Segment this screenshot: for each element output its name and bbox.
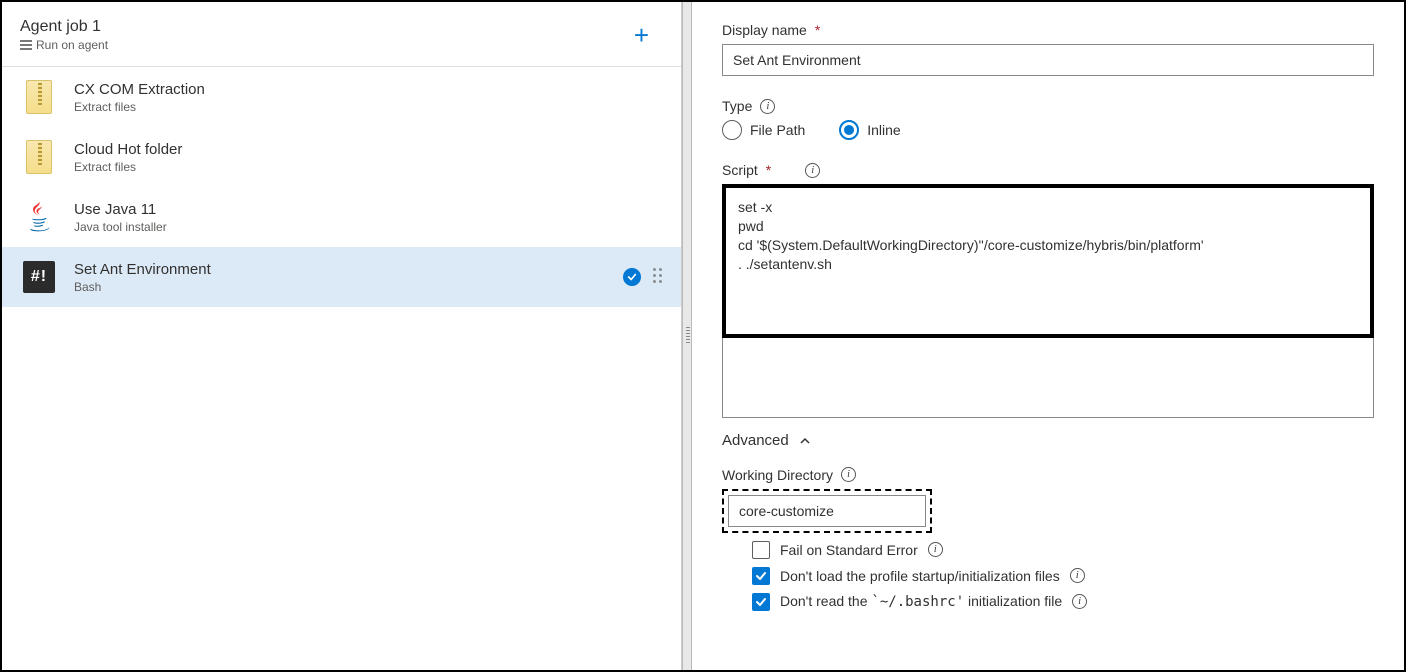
task-row-set-ant-environment[interactable]: #! Set Ant Environment Bash: [2, 247, 681, 307]
java-icon: [22, 197, 56, 237]
task-row-cx-com-extraction[interactable]: CX COM Extraction Extract files: [2, 67, 681, 127]
script-textarea[interactable]: set -x pwd cd '$(System.DefaultWorkingDi…: [722, 184, 1374, 338]
task-subtitle: Extract files: [74, 100, 205, 114]
server-icon: [20, 40, 32, 50]
task-list-panel: Agent job 1 Run on agent + CX COM Extrac…: [2, 2, 682, 670]
advanced-section-toggle[interactable]: Advanced: [722, 432, 1374, 449]
script-textarea-extra[interactable]: [722, 338, 1374, 418]
norc-label-code: `~/.bashrc': [871, 594, 964, 610]
agent-job-subtitle-text: Run on agent: [36, 38, 108, 52]
task-status-ok-icon: [623, 268, 641, 286]
task-title: CX COM Extraction: [74, 81, 205, 98]
script-field: Script * i set -x pwd cd '$(System.Defau…: [722, 162, 1374, 418]
task-subtitle: Bash: [74, 280, 211, 294]
zip-icon: [22, 137, 56, 177]
info-icon[interactable]: i: [760, 99, 775, 114]
display-name-label: Display name: [722, 22, 807, 38]
zip-icon: [22, 77, 56, 117]
required-indicator: *: [815, 22, 820, 38]
info-icon[interactable]: i: [928, 542, 943, 557]
advanced-label: Advanced: [722, 432, 789, 449]
task-row-use-java-11[interactable]: Use Java 11 Java tool installer: [2, 187, 681, 247]
task-title: Cloud Hot folder: [74, 141, 182, 158]
chevron-up-icon: [799, 434, 811, 446]
type-field: Type i File Path Inline: [722, 98, 1374, 140]
norc-row[interactable]: Don't read the `~/.bashrc' initializatio…: [722, 593, 1374, 611]
task-row-cloud-hot-folder[interactable]: Cloud Hot folder Extract files: [2, 127, 681, 187]
noprofile-row[interactable]: Don't load the profile startup/initializ…: [722, 567, 1374, 585]
type-label: Type: [722, 98, 752, 114]
display-name-field: Display name *: [722, 22, 1374, 76]
type-radio-inline[interactable]: Inline: [839, 120, 900, 140]
working-directory-field: Working Directory i: [722, 467, 1374, 533]
info-icon[interactable]: i: [1070, 568, 1085, 583]
norc-label-post: initialization file: [964, 593, 1062, 609]
info-icon[interactable]: i: [1072, 594, 1087, 609]
task-list: CX COM Extraction Extract files Cloud Ho…: [2, 67, 681, 307]
type-radio-file-path[interactable]: File Path: [722, 120, 805, 140]
fail-on-error-row[interactable]: Fail on Standard Error i: [722, 541, 1374, 559]
task-subtitle: Java tool installer: [74, 220, 167, 234]
norc-label-pre: Don't read the: [780, 593, 871, 609]
task-detail-panel: Display name * Type i File Path: [692, 2, 1404, 670]
add-task-button[interactable]: +: [626, 18, 657, 52]
display-name-input[interactable]: [722, 44, 1374, 76]
drag-handle-icon[interactable]: [653, 268, 663, 286]
noprofile-label: Don't load the profile startup/initializ…: [780, 568, 1060, 584]
task-title: Set Ant Environment: [74, 261, 211, 278]
working-directory-highlight: [722, 489, 932, 533]
checkbox-checked-icon[interactable]: [752, 593, 770, 611]
checkbox-checked-icon[interactable]: [752, 567, 770, 585]
required-indicator: *: [766, 162, 771, 178]
task-subtitle: Extract files: [74, 160, 182, 174]
fail-on-error-label: Fail on Standard Error: [780, 542, 918, 558]
norc-label: Don't read the `~/.bashrc' initializatio…: [780, 593, 1062, 610]
agent-job-subtitle: Run on agent: [20, 38, 108, 52]
task-title: Use Java 11: [74, 201, 167, 218]
info-icon[interactable]: i: [841, 467, 856, 482]
bash-icon: #!: [22, 257, 56, 297]
panel-splitter[interactable]: [682, 2, 692, 670]
script-label: Script: [722, 162, 758, 178]
info-icon[interactable]: i: [805, 163, 820, 178]
radio-label-file-path: File Path: [750, 122, 805, 138]
radio-label-inline: Inline: [867, 122, 900, 138]
working-directory-input[interactable]: [728, 495, 926, 527]
agent-job-header: Agent job 1 Run on agent +: [2, 2, 681, 67]
checkbox-unchecked-icon[interactable]: [752, 541, 770, 559]
agent-job-title: Agent job 1: [20, 18, 108, 36]
working-directory-label: Working Directory: [722, 467, 833, 483]
